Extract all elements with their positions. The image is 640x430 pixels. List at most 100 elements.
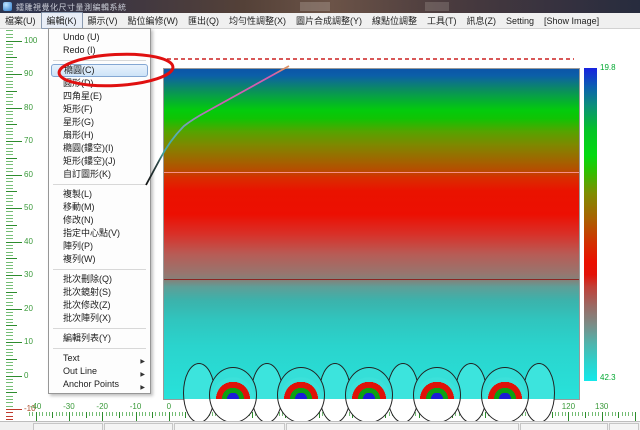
ruler-tick [6, 128, 13, 129]
edit-menu-item-14[interactable]: 移動(M) [49, 201, 150, 214]
edit-menu-item-23[interactable]: 批次陣列(X) [49, 312, 150, 325]
bottom-ruler-label: -30 [56, 403, 82, 411]
ruler-tick [6, 164, 13, 165]
edit-menu-item-29[interactable]: Anchor Points▶ [49, 378, 150, 391]
menubar-item-2[interactable]: 顯示(V) [83, 13, 123, 28]
ruler-tick [6, 399, 13, 400]
menubar-item-8[interactable]: 工具(T) [422, 13, 462, 28]
edit-menu-item-21[interactable]: 批次鏡射(S) [49, 286, 150, 299]
edit-menu-item-5[interactable]: 四角星(E) [49, 90, 150, 103]
lower-guide-line [164, 279, 579, 280]
ruler-tick [62, 412, 63, 416]
menubar-item-1[interactable]: 編輯(K) [41, 12, 83, 29]
ruler-tick [6, 108, 22, 109]
ruler-tick [89, 412, 90, 416]
edit-menu-item-10[interactable]: 矩形(鏤空)(J) [49, 155, 150, 168]
edit-menu-item-22[interactable]: 批次修改(Z) [49, 299, 150, 312]
ruler-tick [169, 412, 170, 421]
edit-menu-item-1[interactable]: Redo (I) [49, 44, 150, 57]
titlebar-highlight [425, 2, 449, 11]
ruler-tick [6, 51, 13, 52]
ruler-tick [6, 272, 13, 273]
ruler-tick [6, 322, 13, 323]
edit-menu-item-16[interactable]: 指定中心點(V) [49, 227, 150, 240]
edit-menu-item-3[interactable]: 橢圓(C) [51, 64, 148, 77]
ruler-tick [6, 67, 13, 68]
ruler-tick [6, 114, 13, 115]
ruler-tick [6, 292, 17, 293]
menubar-item-7[interactable]: 線點位調整 [367, 13, 422, 28]
ruler-tick [66, 412, 67, 416]
ruler-tick [6, 198, 13, 199]
left-ruler-label: 10 [24, 338, 50, 346]
ruler-tick [6, 379, 13, 380]
ruler-tick [6, 416, 13, 417]
ruler-tick [6, 161, 13, 162]
ruler-tick [6, 91, 17, 92]
menu-separator [53, 348, 146, 349]
ruler-tick [159, 412, 160, 416]
ruler-tick [6, 158, 17, 159]
edit-menu-item-18[interactable]: 複列(W) [49, 253, 150, 266]
ruler-tick [6, 396, 13, 397]
ruler-tick [585, 412, 586, 418]
rainbow-spot-marker [209, 367, 257, 423]
edit-menu-item-7[interactable]: 星形(G) [49, 116, 150, 129]
ruler-tick [6, 349, 13, 350]
status-bar [0, 421, 640, 430]
edit-menu-item-25[interactable]: 編輯列表(Y) [49, 332, 150, 345]
ruler-tick [598, 412, 599, 416]
menubar-item-10[interactable]: Setting [501, 15, 539, 27]
image-canvas[interactable] [163, 68, 580, 400]
left-ruler-label: 90 [24, 70, 50, 78]
ruler-tick [625, 412, 626, 416]
edit-menu-item-0[interactable]: Undo (U) [49, 31, 150, 44]
edit-menu-item-13[interactable]: 複製(L) [49, 188, 150, 201]
ruler-tick [6, 94, 13, 95]
left-ruler-label: 70 [24, 137, 50, 145]
edit-menu-item-4[interactable]: 圓形(D) [49, 77, 150, 90]
ruler-tick [595, 412, 596, 416]
edit-menu-item-6[interactable]: 矩形(F) [49, 103, 150, 116]
ruler-tick [6, 87, 13, 88]
ruler-tick [109, 412, 110, 416]
ruler-tick [6, 151, 13, 152]
ruler-tick [605, 412, 606, 416]
menubar-item-3[interactable]: 點位編修(W) [123, 13, 184, 28]
menubar-item-4[interactable]: 匯出(Q) [183, 13, 224, 28]
ruler-tick [575, 412, 576, 416]
edit-menu-item-11[interactable]: 自訂圖形(K) [49, 168, 150, 181]
ruler-tick [6, 191, 17, 192]
menubar-item-0[interactable]: 檔案(U) [0, 13, 41, 28]
upper-guide-line [164, 172, 579, 173]
menubar-item-5[interactable]: 均勻性調整(X) [224, 13, 291, 28]
ruler-tick [6, 278, 13, 279]
colorbar-max-label: 19.8 [600, 64, 616, 72]
edit-menu-item-8[interactable]: 扇形(H) [49, 129, 150, 142]
edit-menu-item-17[interactable]: 陣列(P) [49, 240, 150, 253]
ruler-tick [6, 228, 13, 229]
ruler-tick [252, 412, 253, 418]
menubar-item-11[interactable]: [Show Image] [539, 15, 604, 27]
submenu-arrow-icon: ▶ [140, 382, 145, 395]
menubar-item-9[interactable]: 訊息(Z) [462, 13, 502, 28]
edit-menu-item-9[interactable]: 橢圓(鏤空)(I) [49, 142, 150, 155]
ruler-tick [122, 412, 123, 416]
ruler-tick [82, 412, 83, 416]
ruler-tick [59, 412, 60, 416]
ruler-tick [6, 74, 22, 75]
ruler-tick [6, 309, 22, 310]
ruler-tick [612, 412, 613, 416]
ruler-tick [132, 412, 133, 416]
edit-menu-item-27[interactable]: Text▶ [49, 352, 150, 365]
left-ruler-label: 0 [24, 372, 50, 380]
edit-menu-item-20[interactable]: 批次刪除(Q) [49, 273, 150, 286]
ruler-tick [6, 181, 13, 182]
ruler-tick [565, 412, 566, 416]
ruler-tick [142, 412, 143, 416]
menubar-item-6[interactable]: 圖片合成調整(Y) [291, 13, 367, 28]
ruler-tick [119, 412, 120, 418]
ruler-tick [6, 134, 13, 135]
edit-menu-item-28[interactable]: Out Line▶ [49, 365, 150, 378]
edit-menu-item-15[interactable]: 修改(N) [49, 214, 150, 227]
